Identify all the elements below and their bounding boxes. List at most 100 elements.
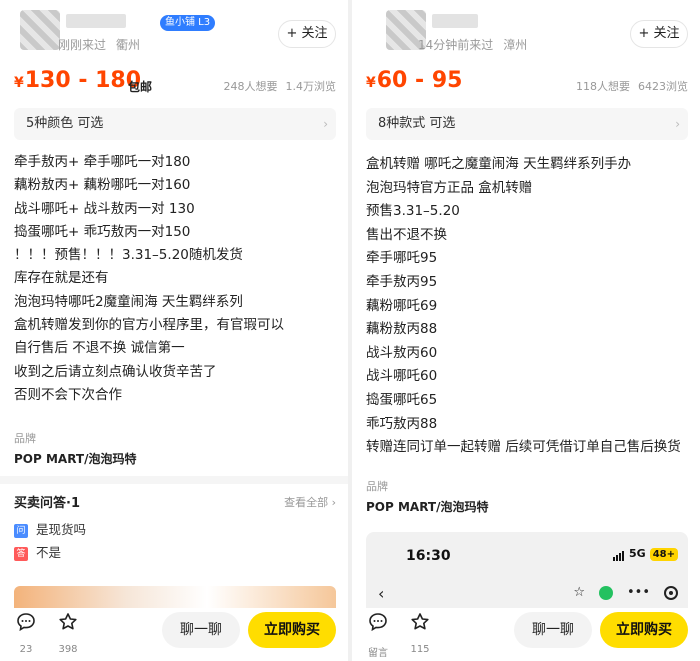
phone-toolbar: ☆ ••• [559, 582, 678, 601]
close-target-icon[interactable] [664, 585, 678, 600]
comment-button[interactable]: 留言 [360, 612, 396, 659]
description-line: 牵手敖丙+ 牵手哪吒一对180 [14, 154, 191, 170]
comment-icon [360, 612, 396, 638]
qa-question[interactable]: 问是现货吗 [14, 522, 86, 538]
brand-label: 品牌 [14, 432, 36, 445]
qa-section-title: 买卖问答·1 [14, 496, 80, 511]
description-line: 自行售后 不退不换 诚信第一 [14, 340, 185, 357]
listing-stats: 248人想要 1.4万浏览 [224, 78, 337, 94]
comment-count: 23 [19, 644, 33, 655]
price: ¥60 - 95 [366, 68, 462, 93]
description-line: 盒机转赠发到你的官方小程序里，有官瑕可以 [14, 317, 284, 334]
battery-level: 48+ [649, 548, 678, 561]
bottom-action-bar: 留言 115 聊一聊 立即购买 [352, 608, 700, 661]
section-divider [0, 476, 348, 484]
description-line: 售出不退不换 [366, 226, 447, 243]
description-line: 泡泡玛特官方正品 盒机转赠 [366, 179, 533, 196]
views-count: 6423浏览 [638, 80, 688, 93]
price-amount: 130 - 180 [24, 68, 142, 93]
back-arrow-icon[interactable]: ‹ [378, 584, 384, 603]
follow-button[interactable]: + 关注 [630, 20, 688, 48]
description-line: 牵手哪吒95 [366, 250, 438, 267]
item-description: 牵手敖丙+ 牵手哪吒一对180 藕粉敖丙+ 藕粉哪吒一对160 战斗哪吒+ 战斗… [14, 151, 344, 407]
description-line: 战斗哪吒+ 战斗敖丙一对 130 [14, 200, 195, 217]
star-icon [50, 612, 86, 638]
visit-time: 14分钟前来过 [418, 38, 494, 52]
description-line: 藕粉敖丙+ 藕粉哪吒一对160 [14, 177, 191, 194]
description-line: 泡泡玛特哪吒2魔童闹海 天生羁绊系列 [14, 293, 243, 310]
follow-button[interactable]: + 关注 [278, 20, 336, 48]
price-amount: 60 - 95 [376, 68, 463, 93]
embedded-phone-screenshot: 16:30 5G 48+ ‹ ☆ ••• [366, 532, 688, 608]
product-image-preview[interactable] [14, 586, 336, 608]
comment-icon [8, 612, 44, 638]
chat-button[interactable]: 聊一聊 [162, 612, 240, 648]
description-line: 否则不会下次合作 [14, 386, 122, 403]
seller-location: 漳州 [503, 38, 528, 52]
bottom-action-bar: 23 398 聊一聊 立即购买 [0, 608, 348, 661]
phone-status-bar: 5G 48+ [613, 547, 678, 561]
seller-activity: 14分钟前来过 漳州 [418, 36, 527, 53]
favorite-count: 115 [410, 644, 430, 655]
brand-value: POP MART/泡泡玛特 [14, 452, 137, 466]
chat-button[interactable]: 聊一聊 [514, 612, 592, 648]
free-shipping-label: 包邮 [128, 80, 153, 94]
description-line: 捣蛋哪吒65 [366, 391, 438, 408]
listing-panel-left: 鱼小铺 L3 刚刚来过 衢州 + 关注 ¥130 - 180 包邮 248人想要 1… [0, 0, 348, 661]
listing-panel-right: 14分钟前来过 漳州 + 关注 ¥60 - 95 118人想要 6423浏览 8种款… [352, 0, 700, 661]
seller-name-blurred [432, 14, 478, 28]
description-line: 库存在就是还有 [14, 270, 109, 287]
description-line: 乖巧敖丙88 [366, 415, 438, 432]
question-text: 是现货吗 [36, 522, 87, 537]
description-line: 藕粉哪吒69 [366, 297, 438, 314]
signal-icon [613, 548, 625, 561]
favorite-button[interactable]: 115 [402, 612, 438, 655]
visit-time: 刚刚来过 [58, 38, 107, 52]
brand-value: POP MART/泡泡玛特 [366, 500, 489, 514]
wants-count: 248人想要 [223, 80, 278, 93]
answer-text: 不是 [36, 545, 62, 560]
seller-avatar[interactable] [20, 10, 60, 50]
description-line: 捣蛋哪吒+ 乖巧敖丙一对150 [14, 223, 191, 240]
answer-tag: 答 [14, 546, 28, 561]
option-label: 5种颜色 可选 [26, 116, 104, 131]
chevron-right-icon: › [323, 117, 328, 131]
description-line: 收到之后请立刻点确认收货辛苦了 [14, 363, 217, 380]
seller-header: 14分钟前来过 漳州 + 关注 [352, 0, 700, 64]
buy-now-button[interactable]: 立即购买 [600, 612, 688, 648]
currency-symbol: ¥ [366, 75, 376, 91]
seller-header: 鱼小铺 L3 刚刚来过 衢州 + 关注 [0, 0, 348, 64]
comment-button[interactable]: 23 [8, 612, 44, 655]
seller-level-badge: 鱼小铺 L3 [160, 15, 216, 31]
description-line: 战斗哪吒60 [366, 368, 438, 385]
option-selector[interactable]: 8种款式 可选 › [366, 108, 688, 140]
description-line: ！！！预售！！！3.31–5.20随机发货 [14, 247, 243, 264]
star-icon [402, 612, 438, 638]
star-icon[interactable]: ☆ [573, 585, 585, 600]
price: ¥130 - 180 [14, 68, 141, 93]
views-count: 1.4万浏览 [285, 80, 337, 93]
qa-view-all-label: 查看全部 [284, 496, 329, 509]
listing-stats: 118人想要 6423浏览 [576, 78, 688, 94]
more-dots-icon[interactable]: ••• [627, 585, 650, 600]
option-selector[interactable]: 5种颜色 可选 › [14, 108, 336, 140]
description-line: 战斗敖丙60 [366, 344, 438, 361]
seller-name-blurred [66, 14, 126, 28]
buy-now-button[interactable]: 立即购买 [248, 612, 336, 648]
price-row: ¥60 - 95 118人想要 6423浏览 [366, 68, 688, 100]
wechat-icon[interactable] [598, 585, 613, 600]
qa-view-all-link[interactable]: 查看全部 › [284, 494, 336, 510]
description-line: 藕粉敖丙88 [366, 321, 438, 338]
qa-answer: 答不是 [14, 545, 61, 561]
seller-activity: 刚刚来过 衢州 [58, 36, 140, 53]
network-type: 5G [629, 547, 646, 560]
price-row: ¥130 - 180 包邮 248人想要 1.4万浏览 [14, 68, 336, 100]
wants-count: 118人想要 [576, 80, 630, 93]
brand-label: 品牌 [366, 480, 388, 493]
favorite-button[interactable]: 398 [50, 612, 86, 655]
item-description: 盒机转赠 哪吒之魔童闹海 天生羁绊系列手办 泡泡玛特官方正品 盒机转赠 预售3.… [366, 153, 696, 460]
comment-label: 留言 [368, 648, 388, 659]
description-line: 转赠连同订单一起转赠 后续可凭借订单自己售后换货 [366, 439, 681, 456]
seller-location: 衢州 [116, 38, 141, 52]
option-label: 8种款式 可选 [378, 116, 456, 131]
